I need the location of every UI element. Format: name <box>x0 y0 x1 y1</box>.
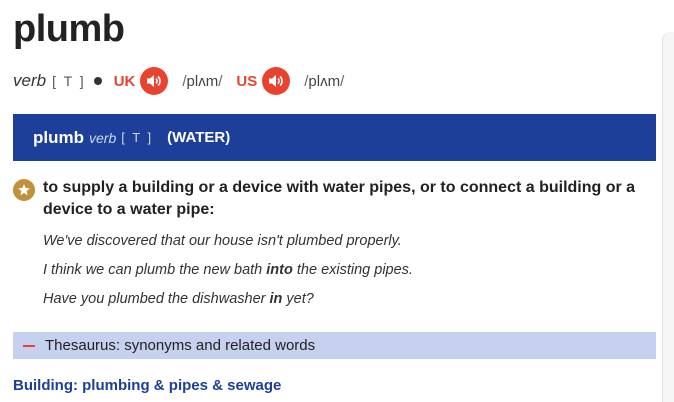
pos-pronunciation-line: verb [ T ] UK /plʌm/ US /plʌm/ <box>13 67 358 95</box>
topic-link[interactable]: Building: plumbing & pipes & sewage <box>13 377 281 394</box>
guideword: (WATER) <box>167 129 231 146</box>
uk-speaker-icon[interactable] <box>140 67 169 95</box>
part-of-speech: verb <box>13 71 47 90</box>
us-speaker-icon[interactable] <box>262 67 291 95</box>
sense-pos: verb <box>89 129 117 146</box>
sense-word: plumb <box>33 127 84 147</box>
example-sentence: I think we can plumb the new bath into t… <box>43 262 413 278</box>
side-panel-edge <box>662 32 674 402</box>
definition: to supply a building or a device with wa… <box>43 179 636 218</box>
uk-ipa: /plʌm/ <box>182 72 223 90</box>
grammar-code: [ T ] <box>52 73 86 89</box>
separator-dot <box>93 77 102 85</box>
us-label: US <box>236 72 258 90</box>
sense-grammar: [ T ] <box>121 130 154 145</box>
minus-icon <box>23 344 35 347</box>
headword: plumb <box>13 8 125 50</box>
thesaurus-label: Thesaurus: synonyms and related words <box>45 337 316 354</box>
thesaurus-toggle[interactable]: Thesaurus: synonyms and related words <box>13 332 656 359</box>
uk-label: UK <box>113 72 136 90</box>
example-sentence: Have you plumbed the dishwasher in yet? <box>43 291 314 307</box>
star-icon[interactable] <box>13 179 35 201</box>
example-sentence: We've discovered that our house isn't pl… <box>43 233 402 249</box>
sense-header: plumb verb [ T ] (WATER) <box>13 114 656 161</box>
us-ipa: /plʌm/ <box>304 72 345 90</box>
